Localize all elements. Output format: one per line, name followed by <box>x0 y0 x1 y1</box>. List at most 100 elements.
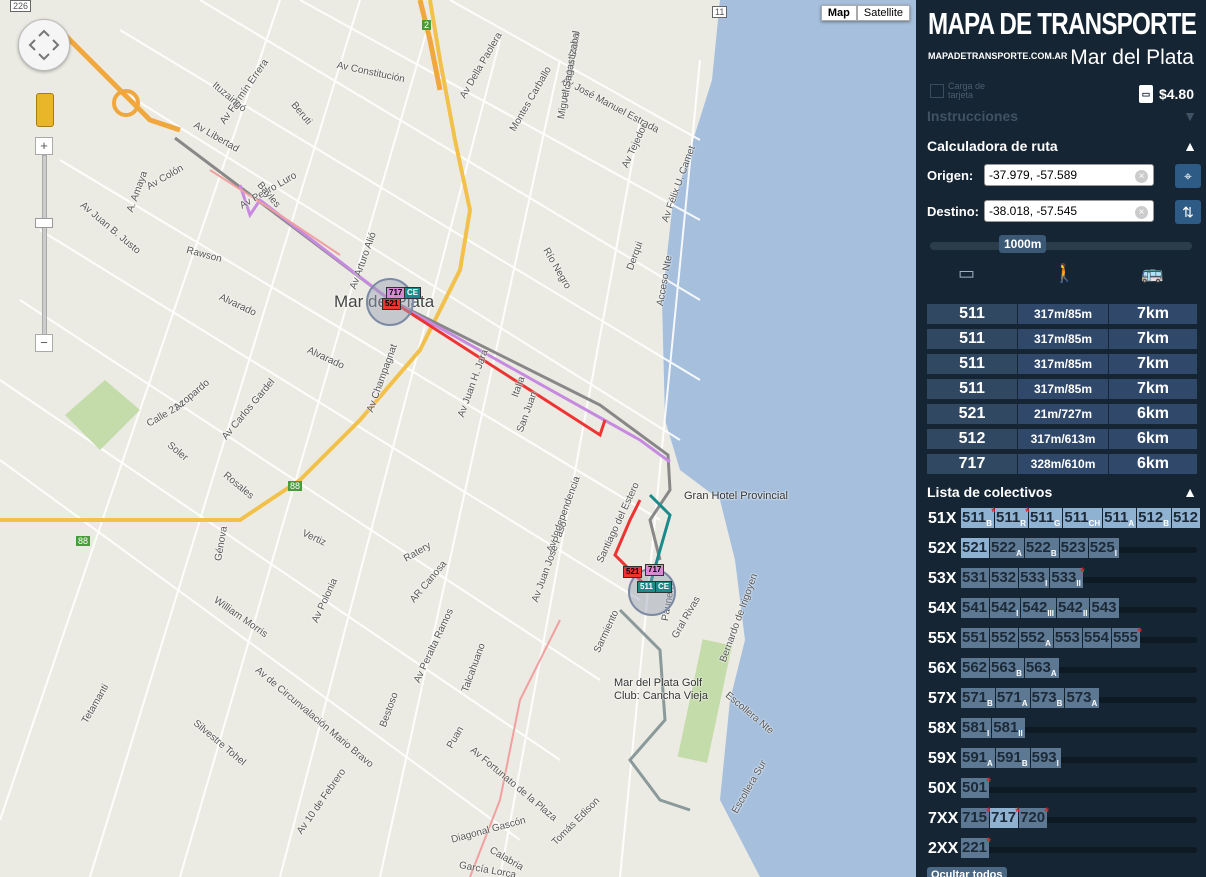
route-result-row[interactable]: 512 317m/613m 6km <box>927 429 1197 449</box>
map-type-satellite-button[interactable]: Satellite <box>856 5 910 21</box>
map-type-map-button[interactable]: Map <box>820 5 857 21</box>
line-toggle[interactable]: 552 <box>990 628 1019 648</box>
line-toggle[interactable]: 593I <box>1030 748 1061 768</box>
line-group-label[interactable]: 50X <box>928 780 956 798</box>
line-toggle[interactable]: 533II * <box>1050 565 1085 588</box>
line-toggle[interactable]: 541 <box>961 598 990 618</box>
line-toggle[interactable]: 511B * <box>961 505 996 528</box>
section-instrucciones[interactable]: Instrucciones ▼ <box>927 108 1197 124</box>
line-group-label[interactable]: 7XX <box>928 810 958 828</box>
line-toggle[interactable]: 573A <box>1065 688 1100 708</box>
line-group-label[interactable]: 2XX <box>928 840 958 858</box>
line-toggle[interactable]: 581II <box>992 718 1025 738</box>
line-toggle[interactable]: 511A <box>1103 508 1137 528</box>
line-toggle[interactable]: 552A <box>1019 628 1053 648</box>
line-group-label[interactable]: 56X <box>928 660 956 678</box>
line-toggle[interactable]: 542I <box>990 598 1021 618</box>
carga-option[interactable]: Carga de tarjeta <box>930 82 994 100</box>
line-group-row: 52X 521 522A 522B 523 525I <box>927 538 1197 560</box>
line-toggle[interactable]: 511CH <box>1063 508 1103 528</box>
line-group-label[interactable]: 51X <box>928 510 956 528</box>
line-toggle[interactable]: 555 * <box>1111 625 1142 648</box>
line-variant: A <box>1016 549 1022 558</box>
zoom-in-button[interactable]: + <box>35 137 53 155</box>
line-number: 543 <box>1091 599 1117 616</box>
line-group-label[interactable]: 54X <box>928 600 956 618</box>
line-toggle[interactable]: 542III <box>1021 598 1056 618</box>
line-toggle[interactable]: 532 <box>990 568 1019 588</box>
route-distance: 7km <box>1108 354 1197 374</box>
line-toggle[interactable]: 521 <box>961 538 990 558</box>
line-toggle[interactable]: 563A <box>1024 658 1059 678</box>
line-group-label[interactable]: 55X <box>928 630 956 648</box>
section-lista[interactable]: Lista de colectivos ▲ <box>927 484 1197 500</box>
line-toggle[interactable]: 717 * <box>990 805 1020 828</box>
line-toggle[interactable]: 571A <box>995 688 1030 708</box>
route-result-row[interactable]: 717 328m/610m 6km <box>927 454 1197 474</box>
route-result-row[interactable]: 511 317m/85m 7km <box>927 329 1197 349</box>
line-toggle[interactable]: 522B <box>1024 538 1059 558</box>
line-toggle[interactable]: 715 * <box>961 805 991 828</box>
zoom-out-button[interactable]: − <box>35 334 53 352</box>
line-toggle[interactable]: 551 <box>961 628 990 648</box>
line-toggle[interactable]: 720 * <box>1019 805 1049 828</box>
line-toggle[interactable]: 531 <box>961 568 990 588</box>
line-toggle[interactable]: 221 * <box>961 835 991 858</box>
route-badge: CE <box>404 287 422 299</box>
line-number: 717 <box>991 809 1017 826</box>
line-group-label[interactable]: 59X <box>928 750 956 768</box>
line-toggle[interactable]: 562 <box>961 658 990 678</box>
city-name: Mar del Plata <box>1070 46 1194 69</box>
line-toggle[interactable]: 553 <box>1053 628 1082 648</box>
destino-input[interactable] <box>984 200 1154 222</box>
line-group-label[interactable]: 52X <box>928 540 956 558</box>
slider-thumb[interactable]: 1000m <box>999 235 1047 253</box>
line-toggle[interactable]: 554 <box>1082 628 1111 648</box>
walk-distance-slider[interactable]: 1000m <box>930 235 1192 253</box>
line-toggle[interactable]: 543 <box>1090 598 1119 618</box>
swap-button[interactable]: ⇅ <box>1175 200 1201 224</box>
line-toggle[interactable]: 512 <box>1171 508 1200 528</box>
line-number: 581 <box>993 719 1019 736</box>
line-number: 593 <box>1031 749 1057 766</box>
line-toggle[interactable]: 591B <box>995 748 1030 768</box>
carga-checkbox[interactable] <box>930 84 944 98</box>
line-toggle[interactable]: 511R * <box>994 505 1030 528</box>
line-toggle[interactable]: 533I <box>1019 568 1050 588</box>
clear-origen-icon[interactable]: × <box>1135 170 1148 183</box>
line-items: 501 * <box>961 775 991 800</box>
route-result-row[interactable]: 521 21m/727m 6km <box>927 404 1197 424</box>
route-result-row[interactable]: 511 317m/85m 7km <box>927 379 1197 399</box>
line-variant: B <box>1050 549 1057 558</box>
locate-origin-button[interactable]: ⌖ <box>1175 164 1201 188</box>
line-toggle[interactable]: 522A <box>990 538 1024 558</box>
line-number: 571 <box>962 689 988 706</box>
line-toggle[interactable]: 542II <box>1057 598 1090 618</box>
line-toggle[interactable]: 525I <box>1088 538 1119 558</box>
map-area[interactable]: Map Satellite + − 226 2 11 88 88 Mar del… <box>0 0 916 877</box>
line-group-label[interactable]: 58X <box>928 720 956 738</box>
pegman-icon[interactable] <box>36 93 54 127</box>
line-toggle[interactable]: 512B <box>1137 508 1171 528</box>
line-toggle[interactable]: 581I <box>961 718 992 738</box>
section-calculadora[interactable]: Calculadora de ruta ▲ <box>927 138 1197 154</box>
line-toggle[interactable]: 523 <box>1059 538 1088 558</box>
line-toggle[interactable]: 511G <box>1028 508 1063 528</box>
pan-control-icon[interactable] <box>18 19 70 71</box>
line-toggle[interactable]: 571B <box>961 688 995 708</box>
line-group-label[interactable]: 57X <box>928 690 956 708</box>
line-toggle[interactable]: 563B <box>990 658 1024 678</box>
zoom-slider-track[interactable] <box>42 155 47 335</box>
zoom-slider-thumb[interactable] <box>35 218 53 228</box>
line-toggle[interactable]: 501 * <box>961 775 991 798</box>
line-group-label[interactable]: 53X <box>928 570 956 588</box>
route-result-row[interactable]: 511 317m/85m 7km <box>927 354 1197 374</box>
line-toggle[interactable]: 591A <box>961 748 995 768</box>
clear-destino-icon[interactable]: × <box>1135 206 1148 219</box>
line-toggle[interactable]: 573B <box>1030 688 1065 708</box>
origen-input[interactable] <box>984 164 1154 186</box>
map-type-control: Map Satellite <box>820 5 910 21</box>
route-result-row[interactable]: 511 317m/85m 7km <box>927 304 1197 324</box>
brand-url[interactable]: MAPADETRANSPORTE.COM.AR <box>928 51 1067 61</box>
hide-all-button[interactable]: Ocultar todos <box>927 867 1007 877</box>
